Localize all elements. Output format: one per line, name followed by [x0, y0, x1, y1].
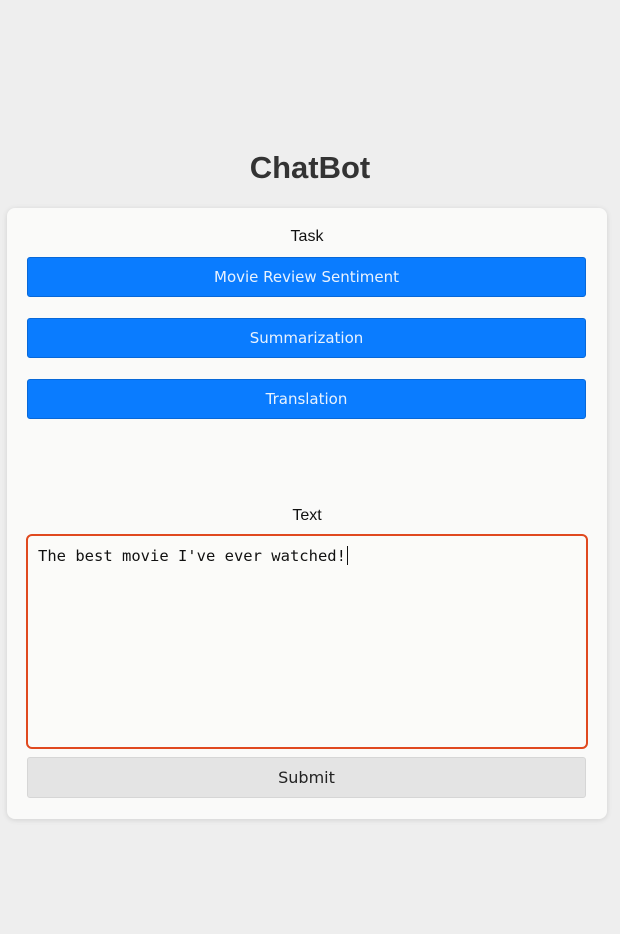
chatbot-card: Task Movie Review Sentiment Summarizatio…	[7, 208, 607, 819]
text-caret	[346, 546, 348, 565]
page-title: ChatBot	[249, 150, 371, 185]
text-input-value: The best movie I've ever watched!	[38, 547, 346, 565]
translation-button[interactable]: Translation	[27, 379, 586, 419]
submit-button[interactable]: Submit	[27, 757, 586, 798]
text-label: Text	[292, 507, 322, 524]
task-label: Task	[290, 228, 324, 245]
text-input[interactable]: The best movie I've ever watched!	[26, 534, 588, 749]
movie-review-sentiment-button[interactable]: Movie Review Sentiment	[27, 257, 586, 297]
summarization-button[interactable]: Summarization	[27, 318, 586, 358]
